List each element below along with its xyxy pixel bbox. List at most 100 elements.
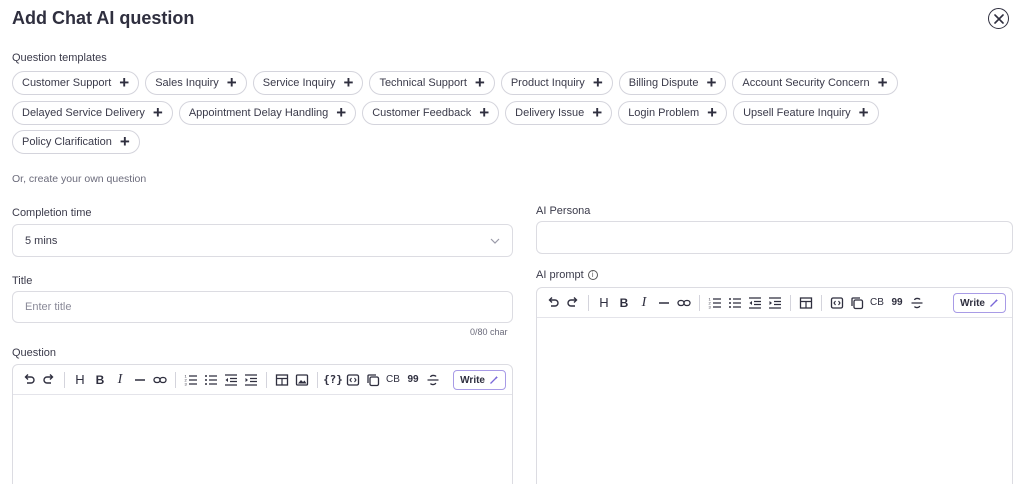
plus-icon: + [592,73,603,92]
ordered-list-icon[interactable]: 123 [705,293,725,313]
ai-persona-input[interactable] [536,221,1013,254]
completion-time-select[interactable]: 5 mins [12,224,513,257]
template-chip[interactable]: Service Inquiry + [252,71,364,95]
bullet-list-icon[interactable] [725,293,745,313]
title-label: Title [12,275,33,287]
outdent-icon[interactable] [221,370,241,390]
title-char-counter: 0/80 char [470,327,508,337]
write-button[interactable]: Write [953,293,1006,313]
toolbar-divider [175,371,176,388]
bold-button[interactable]: B [90,370,110,390]
template-chip[interactable]: Technical Support + [369,71,495,95]
bullet-list-icon[interactable] [201,370,221,390]
templates-label: Question templates [12,52,107,64]
italic-button[interactable]: I [110,370,130,390]
title-placeholder: Enter title [25,301,72,313]
redo-icon[interactable] [563,293,583,313]
svg-text:3: 3 [709,304,712,309]
write-label: Write [960,297,985,309]
undo-icon[interactable] [19,370,39,390]
undo-icon[interactable] [543,293,563,313]
chip-label: Policy Clarification [22,136,112,148]
title-input[interactable]: Enter title [12,291,513,323]
question-editor[interactable]: H B I 123 {?} CB 99 Write [12,364,513,484]
indent-icon[interactable] [241,370,261,390]
chip-label: Delivery Issue [515,107,585,119]
chip-label: Billing Dispute [628,77,699,89]
info-icon[interactable]: i [587,270,598,280]
quote-button[interactable]: 99 [887,293,907,313]
plus-icon: + [592,103,603,122]
indent-icon[interactable] [765,293,785,313]
template-chip[interactable]: Appointment Delay Handling + [178,101,357,125]
toolbar-divider [790,294,791,311]
toolbar-divider [588,294,589,311]
heading-button[interactable]: H [70,370,90,390]
wand-icon [990,299,998,307]
template-chip[interactable]: Policy Clarification + [12,130,140,154]
horizontal-rule-icon[interactable] [130,370,150,390]
plus-icon: + [343,73,354,92]
code-icon[interactable] [827,293,847,313]
plus-icon: + [226,73,237,92]
chip-label: Technical Support [379,77,467,89]
variable-button[interactable]: {?} [323,370,343,390]
quote-button[interactable]: 99 [403,370,423,390]
table-icon[interactable] [272,370,292,390]
codeblock-button[interactable]: CB [383,370,403,390]
template-chip[interactable]: Product Inquiry + [500,71,613,95]
copy-icon[interactable] [363,370,383,390]
ai-prompt-label-wrap: AI prompt i [536,269,598,281]
question-toolbar: H B I 123 {?} CB 99 Write [13,365,512,395]
template-chip[interactable]: Delivery Issue + [505,101,613,125]
template-chip[interactable]: Account Security Concern + [732,71,898,95]
template-chip[interactable]: Delayed Service Delivery + [12,101,173,125]
strikethrough-icon[interactable] [423,370,443,390]
codeblock-button[interactable]: CB [867,293,887,313]
chip-label: Sales Inquiry [155,77,219,89]
strikethrough-icon[interactable] [907,293,927,313]
template-row-3: Policy Clarification + [12,130,140,154]
close-icon[interactable] [988,8,1009,29]
template-chip[interactable]: Customer Support + [12,71,140,95]
link-icon[interactable] [674,293,694,313]
chip-label: Upsell Feature Inquiry [743,107,851,119]
chip-label: Account Security Concern [742,77,870,89]
plus-icon: + [474,73,485,92]
copy-icon[interactable] [847,293,867,313]
ai-prompt-toolbar: H B I 123 CB 99 Write [537,288,1012,318]
ordered-list-icon[interactable]: 123 [181,370,201,390]
question-label: Question [12,347,57,359]
plus-icon: + [336,103,347,122]
toolbar-divider [317,371,318,388]
outdent-icon[interactable] [745,293,765,313]
toolbar-divider [64,371,65,388]
table-icon[interactable] [796,293,816,313]
plus-icon: + [479,103,490,122]
bold-button[interactable]: B [614,293,634,313]
plus-icon: + [119,132,130,151]
toolbar-divider [821,294,822,311]
chevron-down-icon [490,238,500,244]
template-chip[interactable]: Upsell Feature Inquiry + [733,101,879,125]
chip-label: Customer Feedback [372,107,472,119]
code-icon[interactable] [343,370,363,390]
template-chip[interactable]: Billing Dispute + [618,71,727,95]
redo-icon[interactable] [39,370,59,390]
plus-icon: + [119,73,130,92]
create-own-label: Or, create your own question [12,173,147,185]
horizontal-rule-icon[interactable] [654,293,674,313]
italic-button[interactable]: I [634,293,654,313]
link-icon[interactable] [150,370,170,390]
template-chip[interactable]: Customer Feedback + [362,101,500,125]
template-chip[interactable]: Sales Inquiry + [145,71,247,95]
chip-label: Delayed Service Delivery [22,107,145,119]
write-button[interactable]: Write [453,370,506,390]
template-chip[interactable]: Login Problem + [618,101,728,125]
chip-label: Appointment Delay Handling [188,107,329,119]
chip-label: Service Inquiry [262,77,336,89]
image-icon[interactable] [292,370,312,390]
heading-button[interactable]: H [594,293,614,313]
ai-prompt-editor[interactable]: H B I 123 CB 99 Write [536,287,1013,484]
template-row-2: Delayed Service Delivery + Appointment De… [12,101,879,125]
